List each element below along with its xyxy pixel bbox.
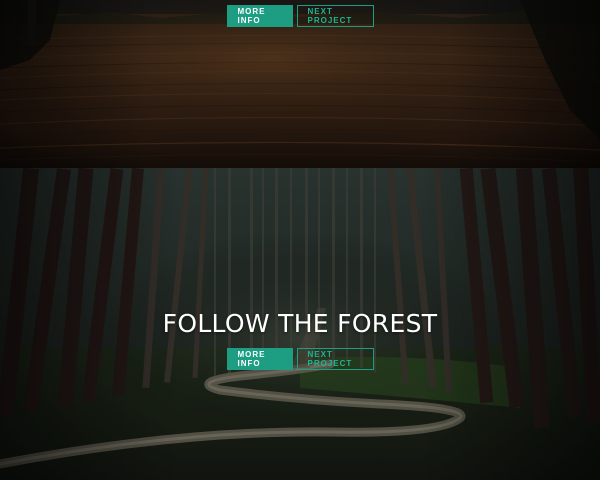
next-project-button[interactable]: NEXT PROJECT	[296, 348, 374, 370]
portfolio-page: MORE INFO NEXT PROJECT FOLLOW THE FOREST…	[0, 0, 600, 480]
project-section-field: MORE INFO NEXT PROJECT	[0, 0, 600, 168]
forest-actions: MORE INFO NEXT PROJECT	[0, 348, 600, 370]
more-info-button[interactable]: MORE INFO	[226, 5, 293, 27]
more-info-button[interactable]: MORE INFO	[226, 348, 293, 370]
field-actions: MORE INFO NEXT PROJECT	[0, 5, 600, 27]
project-title: FOLLOW THE FOREST	[162, 309, 438, 338]
next-project-button[interactable]: NEXT PROJECT	[296, 5, 374, 27]
